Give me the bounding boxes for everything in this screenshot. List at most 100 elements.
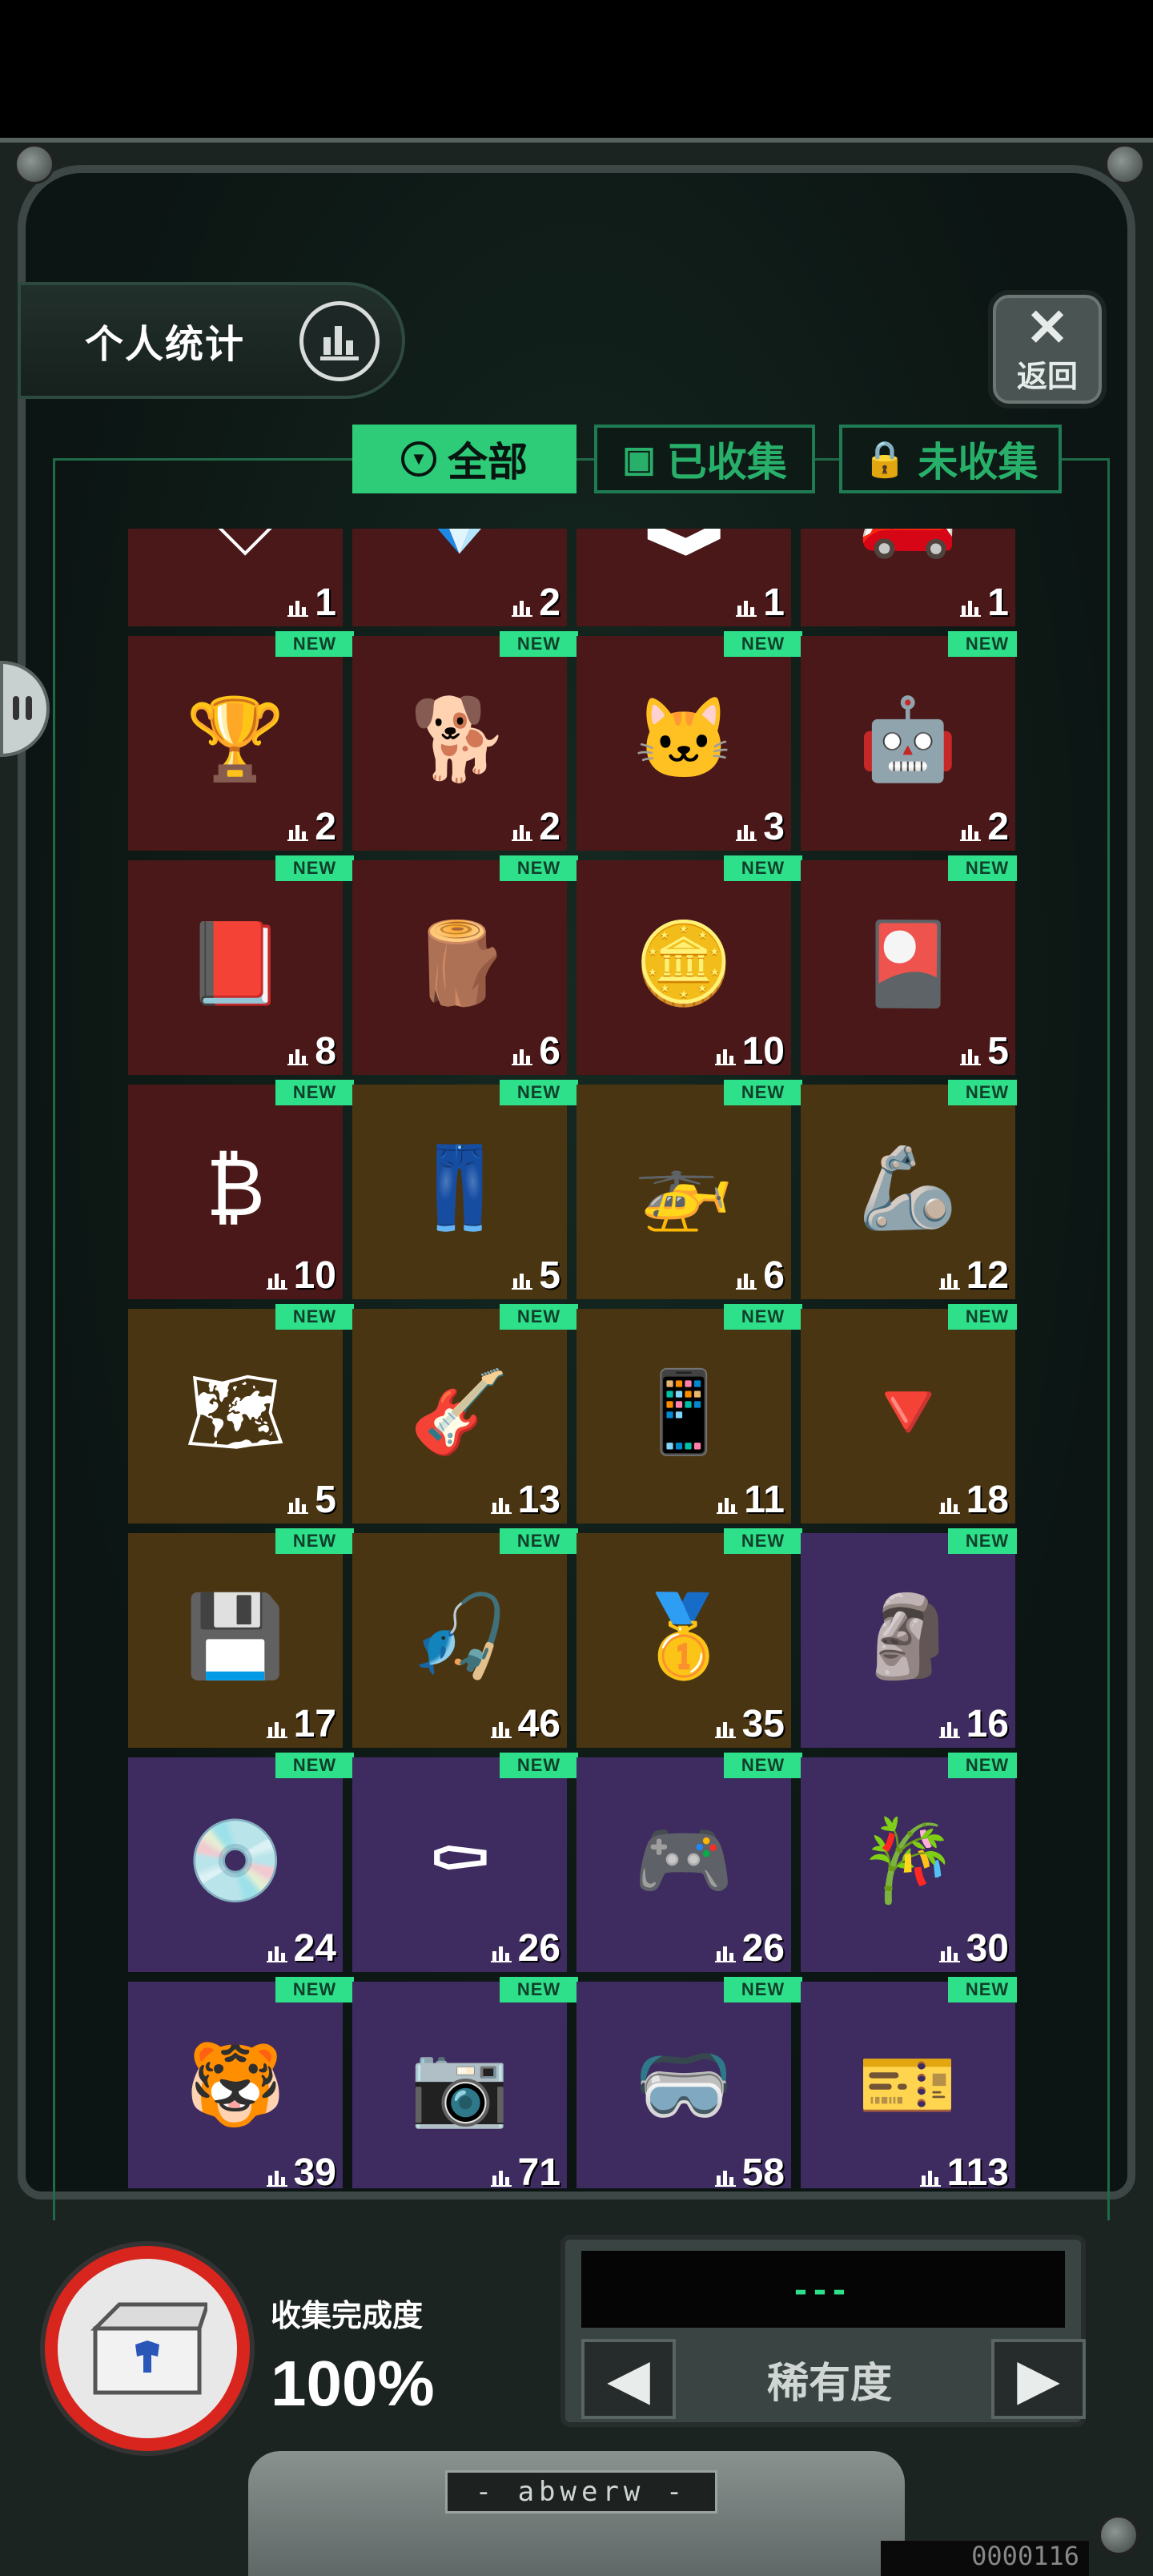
crystal-shard-icon: 💎 — [380, 529, 540, 583]
item-count-value: 2 — [987, 806, 1009, 848]
completion-value: 100% — [271, 2348, 435, 2419]
item-cell[interactable]: NEW 👖 5 — [352, 1080, 578, 1299]
bar-chart-icon[interactable] — [299, 301, 380, 381]
item-cell[interactable]: NEW ⚰ 26 — [352, 1753, 578, 1972]
item-cell[interactable]: NEW 🎮 26 — [576, 1753, 802, 1972]
rarity-display: --- — [581, 2251, 1065, 2328]
drone-robot-icon: 🤖 — [858, 694, 958, 784]
new-badge: NEW — [724, 855, 802, 881]
rarity-next-button[interactable]: ▶ — [991, 2339, 1086, 2419]
item-cell[interactable]: NEW 💾 17 — [128, 1528, 354, 1748]
return-button[interactable]: ✕ 返回 — [988, 290, 1107, 409]
new-badge: NEW — [275, 855, 354, 881]
item-count-value: 2 — [539, 806, 560, 848]
serial-number: 0000116 — [881, 2541, 1089, 2576]
item-cell[interactable]: NEW 🥇 35 — [576, 1528, 802, 1748]
sports-car-icon: 🚗 — [828, 529, 988, 583]
fishing-float-icon: 🎣 — [409, 1591, 510, 1681]
item-count: 2 — [960, 805, 1009, 849]
tab-uncollected[interactable]: 🔒 未收集 — [839, 425, 1062, 493]
item-count: 12 — [938, 1254, 1009, 1298]
item-cell[interactable]: 🚗1 — [801, 529, 1015, 626]
item-cell[interactable]: 🕹1 — [576, 529, 791, 626]
item-cell[interactable]: NEW 🎣 46 — [352, 1528, 578, 1748]
item-count-value: 16 — [966, 1703, 1009, 1745]
stats-icon — [490, 1946, 512, 1962]
stats-icon — [938, 1722, 960, 1738]
item-cell[interactable]: NEW 🎫 113 — [801, 1977, 1017, 2188]
item-count: 16 — [938, 1702, 1009, 1746]
item-count-value: 18 — [966, 1479, 1009, 1521]
stats-icon — [919, 2171, 941, 2187]
item-grid-viewport[interactable]: 🏷1💎2🕹1🚗1NEW🏆2NEW🐕2NEW🐱3NEW🤖2NEW📕8NEW🪵6NE… — [128, 529, 1017, 2188]
gold-ingot-icon: 🥇 — [633, 1591, 734, 1681]
stats-icon — [512, 825, 533, 841]
item-cell[interactable]: NEW 🥽 58 — [576, 1977, 802, 2188]
tab-all[interactable]: ▼ 全部 — [352, 425, 576, 493]
item-count: 39 — [266, 2151, 336, 2188]
item-cell[interactable]: NEW 🗺 5 — [128, 1304, 354, 1523]
item-count-value: 71 — [517, 2151, 560, 2188]
item-cell[interactable]: NEW 🦾 12 — [801, 1080, 1017, 1299]
item-count: 10 — [266, 1254, 336, 1298]
item-cell[interactable]: NEW 🗿 16 — [801, 1528, 1017, 1748]
item-count: 11 — [717, 1478, 785, 1522]
stats-icon — [512, 1274, 533, 1290]
tab-uncollected-label: 未收集 — [918, 440, 1039, 485]
item-count: 5 — [960, 1029, 1009, 1073]
stats-icon — [490, 1722, 512, 1738]
item-count: 113 — [919, 2151, 1009, 2188]
item-count: 6 — [512, 1029, 560, 1073]
item-count: 2 — [512, 805, 560, 849]
new-badge: NEW — [948, 1753, 1017, 1778]
item-cell[interactable]: NEW 📷 71 — [352, 1977, 578, 2188]
item-cell[interactable]: NEW 🚁 6 — [576, 1080, 802, 1299]
item-cell[interactable]: NEW 🐱 3 — [576, 631, 802, 851]
item-count-value: 26 — [517, 1927, 560, 1970]
item-count-value: 24 — [293, 1927, 336, 1970]
item-cell[interactable]: 🏷1 — [128, 529, 343, 626]
lock-icon: 🔒 — [862, 440, 907, 479]
item-cell[interactable]: NEW 💿 24 — [128, 1753, 354, 1972]
new-badge: NEW — [275, 631, 354, 657]
item-cell[interactable]: NEW 🔻 18 — [801, 1304, 1017, 1523]
item-cell[interactable]: NEW 🐯 39 — [128, 1977, 354, 2188]
rarity-prev-button[interactable]: ◀ — [581, 2339, 676, 2419]
pallbearers-icon: ⚰ — [425, 1816, 494, 1906]
item-count: 8 — [287, 1029, 336, 1073]
map-icon: 🗺 — [184, 1366, 287, 1457]
item-count: 1 — [287, 581, 336, 625]
stats-icon — [287, 601, 309, 617]
item-cell[interactable]: NEW ₿ 10 — [128, 1080, 354, 1299]
item-cell[interactable]: NEW 📕 8 — [128, 855, 354, 1075]
return-label: 返回 — [1016, 360, 1078, 394]
item-cell[interactable]: NEW 🤖 2 — [801, 631, 1017, 851]
item-cell[interactable]: 💎2 — [352, 529, 567, 626]
stats-icon — [938, 1274, 960, 1290]
item-cell[interactable]: NEW 🎸 13 — [352, 1304, 578, 1523]
personal-stats-label: 个人统计 — [85, 324, 246, 366]
bitcoin-icon: ₿ — [205, 1142, 266, 1233]
new-badge: NEW — [500, 1977, 578, 2002]
item-count: 18 — [938, 1478, 1009, 1522]
item-count: 5 — [287, 1478, 336, 1522]
item-cell[interactable]: NEW 🎴 5 — [801, 855, 1017, 1075]
item-cell[interactable]: NEW 🪵 6 — [352, 855, 578, 1075]
spinning-top-icon: 🔻 — [858, 1366, 958, 1457]
item-cell[interactable]: NEW 📱 11 — [576, 1304, 802, 1523]
new-badge: NEW — [724, 1528, 802, 1554]
personal-stats-tab[interactable]: 个人统计 — [18, 282, 405, 399]
item-count: 5 — [512, 1254, 560, 1298]
item-cell[interactable]: NEW 🎋 30 — [801, 1753, 1017, 1972]
item-cell[interactable]: NEW 🏆 2 — [128, 631, 354, 851]
stats-icon — [960, 601, 982, 617]
plate-label: - abwerw - — [445, 2470, 717, 2514]
item-count: 13 — [490, 1478, 560, 1522]
new-badge: NEW — [948, 1528, 1017, 1554]
item-cell[interactable]: NEW 🐕 2 — [352, 631, 578, 851]
item-count-value: 46 — [517, 1703, 560, 1745]
tab-collected[interactable]: ▣ 已收集 — [594, 425, 815, 493]
item-cell[interactable]: NEW 🪙 10 — [576, 855, 802, 1075]
new-badge: NEW — [724, 631, 802, 657]
item-count: 24 — [266, 1926, 336, 1970]
